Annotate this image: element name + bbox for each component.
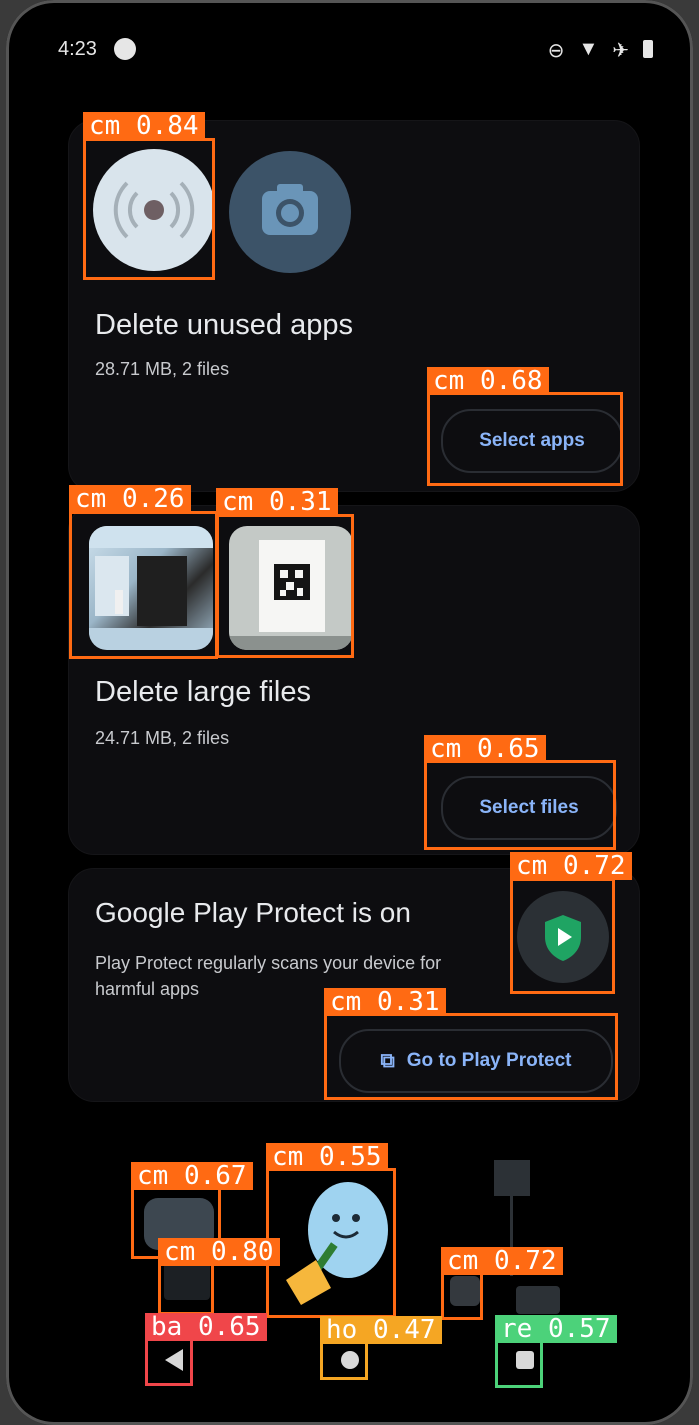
book-icon [516,1286,560,1314]
detection-box [266,1168,396,1318]
detection-box [427,392,623,486]
app-icon-camera[interactable] [229,151,351,273]
play-protect-description-1: Play Protect regularly scans your device… [95,953,442,973]
large-files-size: 24.71 MB, 2 files [95,728,230,748]
detection-label: cm 0.65 [424,735,546,763]
detection-label: cm 0.80 [158,1238,280,1266]
airplane-icon: ✈ [612,40,629,62]
detection-box [324,1013,618,1100]
detection-box [216,514,354,658]
lamp-icon [494,1160,530,1196]
detection-label: cm 0.26 [69,485,191,513]
detection-box [69,511,218,659]
status-time: 4:23 [58,38,97,60]
detection-label: cm 0.84 [83,112,205,140]
detection-label: cm 0.31 [324,988,446,1016]
status-icons: ⊖ ▼ ✈ [548,38,653,63]
detection-box [495,1340,543,1388]
large-files-title: Delete large files [95,676,311,708]
battery-icon [643,40,653,58]
play-protect-description-2: harmful apps [95,979,200,999]
camera-icon [262,184,318,235]
detection-label: cm 0.31 [216,488,338,516]
detection-label: cm 0.72 [510,852,632,880]
media-icon [114,38,136,60]
detection-box [510,878,615,994]
detection-box [83,138,215,280]
unused-apps-title: Delete unused apps [95,309,353,341]
detection-label: cm 0.67 [131,1162,253,1190]
detection-label: ba 0.65 [145,1313,267,1341]
detection-label: re 0.57 [495,1315,617,1343]
detection-label: ho 0.47 [320,1316,442,1344]
wifi-icon: ▼ [578,38,599,60]
play-protect-title: Google Play Protect is on [95,897,411,928]
detection-box [145,1338,193,1386]
detection-box [424,760,616,850]
detection-label: cm 0.55 [266,1143,388,1171]
detection-label: cm 0.68 [427,367,549,395]
detection-box [158,1263,214,1315]
dnd-icon: ⊖ [547,40,565,62]
status-bar: 4:23 ⊖ ▼ ✈ [6,0,693,90]
detection-label: cm 0.72 [441,1247,563,1275]
detection-box [441,1272,483,1320]
unused-apps-size: 28.71 MB, 2 files [95,359,230,379]
